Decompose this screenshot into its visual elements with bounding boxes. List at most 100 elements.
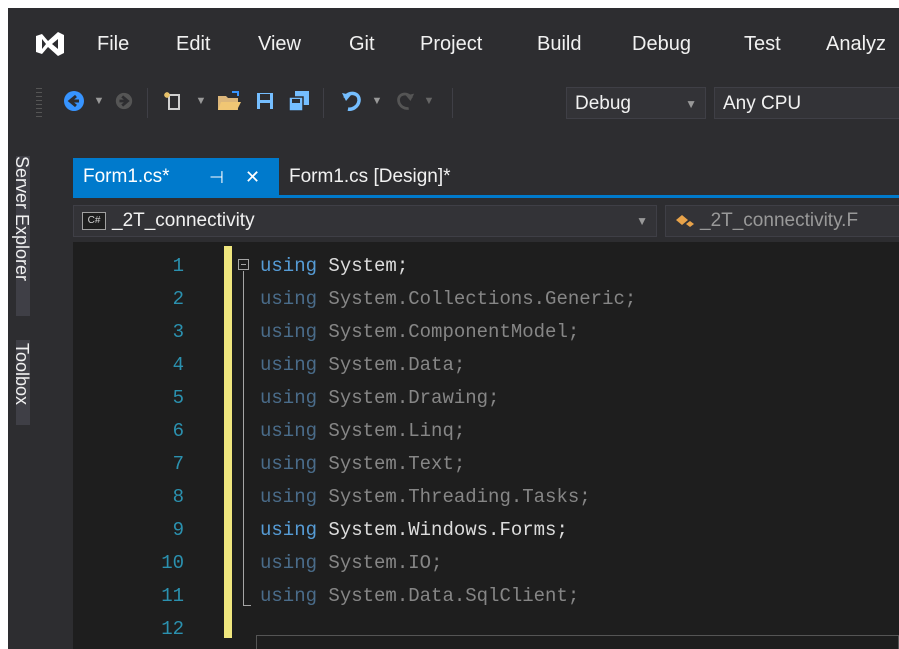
code-line[interactable]: using System.Windows.Forms;: [260, 518, 568, 542]
menu-edit[interactable]: Edit: [176, 32, 210, 56]
pin-icon[interactable]: ⊣: [209, 168, 224, 188]
menu-project[interactable]: Project: [420, 32, 482, 56]
namespace: System.Drawing;: [328, 387, 500, 409]
outline-guide: [243, 271, 244, 605]
code-line[interactable]: using System.Threading.Tasks;: [260, 485, 591, 509]
type-dropdown[interactable]: _2T_connectivity.F: [665, 205, 899, 237]
forward-arrow-icon: [115, 92, 133, 110]
tab-form1-cs[interactable]: Form1.cs* ⊣ ✕: [73, 158, 279, 196]
back-arrow-icon: [64, 91, 84, 111]
csharp-icon: C#: [82, 212, 106, 230]
code-line[interactable]: using System;: [260, 254, 408, 278]
namespace: System.Data;: [328, 354, 466, 376]
solution-configuration-select[interactable]: Debug ▼: [566, 87, 706, 119]
configuration-value: Debug: [575, 93, 631, 114]
redo-dropdown-arrow-icon[interactable]: ▼: [422, 84, 436, 118]
visual-studio-logo-icon[interactable]: [34, 30, 66, 58]
code-line[interactable]: using System.Drawing;: [260, 386, 499, 410]
save-all-button[interactable]: [284, 84, 314, 118]
undo-icon: [342, 91, 361, 111]
menu-build[interactable]: Build: [537, 32, 581, 56]
chevron-down-icon: ▼: [636, 214, 648, 228]
editor-region-box: [256, 635, 899, 649]
line-number: 2: [172, 288, 184, 310]
menu-test[interactable]: Test: [744, 32, 781, 56]
collapse-region-icon[interactable]: [238, 259, 249, 270]
menu-file[interactable]: File: [97, 32, 129, 56]
keyword: using: [260, 552, 318, 574]
code-line[interactable]: using System.ComponentModel;: [260, 320, 579, 344]
line-number-gutter: 1 2 3 4 5 6 7 8 9 10 11 12 13: [73, 242, 228, 649]
code-line[interactable]: using System.Linq;: [260, 419, 465, 443]
code-line[interactable]: using System.Text;: [260, 452, 465, 476]
keyword: using: [260, 585, 318, 607]
code-line[interactable]: using System.Data.SqlClient;: [260, 584, 579, 608]
line-number: 11: [161, 585, 184, 607]
keyword: using: [260, 486, 318, 508]
tab-form1-design[interactable]: Form1.cs [Design]*: [279, 158, 509, 196]
menu-view[interactable]: View: [258, 32, 301, 56]
namespace: System.Data.SqlClient;: [328, 585, 580, 607]
menu-bar: File Edit View Git Project Build Debug T…: [8, 8, 899, 72]
changed-lines-indicator: [224, 246, 232, 638]
navigation-bar: C# _2T_connectivity ▼ _2T_connectivity.F: [73, 202, 899, 242]
code-line[interactable]: using System.IO;: [260, 551, 442, 575]
keyword: using: [260, 255, 318, 277]
platform-value: Any CPU: [723, 93, 802, 114]
toolbox-tab[interactable]: Toolbox: [11, 343, 32, 405]
code-line[interactable]: using System.Data;: [260, 353, 465, 377]
save-button[interactable]: [250, 84, 280, 118]
save-icon: [257, 93, 273, 109]
redo-icon: [397, 92, 415, 110]
namespace: System.Collections.Generic;: [328, 288, 637, 310]
keyword: using: [260, 288, 318, 310]
toolbar-grip[interactable]: [36, 88, 42, 118]
document-tab-strip: Form1.cs* ⊣ ✕ Form1.cs [Design]*: [73, 158, 899, 198]
line-number: 3: [172, 321, 184, 343]
side-panel: Server Explorer Toolbox: [8, 148, 41, 649]
keyword: using: [260, 387, 318, 409]
line-number: 7: [172, 453, 184, 475]
class-icon: [676, 215, 694, 227]
namespace: System;: [328, 255, 409, 277]
line-number: 5: [172, 387, 184, 409]
server-explorer-tab[interactable]: Server Explorer: [11, 156, 32, 281]
namespace: System.Text;: [328, 453, 466, 475]
project-name: _2T_connectivity: [112, 210, 255, 231]
toolbar-separator: [323, 88, 324, 118]
menu-analyze[interactable]: Analyz: [826, 32, 886, 56]
new-project-icon: [164, 92, 180, 110]
namespace: System.Windows.Forms;: [328, 519, 568, 541]
new-project-button[interactable]: [158, 84, 192, 118]
back-dropdown-arrow-icon[interactable]: ▼: [92, 84, 106, 118]
code-editor[interactable]: 1 2 3 4 5 6 7 8 9 10 11 12 13 using Syst…: [73, 242, 899, 649]
solution-platform-select[interactable]: Any CPU: [714, 87, 899, 119]
visual-studio-window: File Edit View Git Project Build Debug T…: [8, 8, 899, 649]
close-icon[interactable]: ✕: [245, 167, 260, 188]
line-number: 12: [161, 618, 184, 640]
code-line[interactable]: using System.Collections.Generic;: [260, 287, 636, 311]
menu-debug[interactable]: Debug: [632, 32, 691, 56]
namespace: System.IO;: [328, 552, 443, 574]
new-dropdown-arrow-icon[interactable]: ▼: [194, 84, 208, 118]
open-folder-icon: [218, 91, 241, 110]
namespace: System.Threading.Tasks;: [328, 486, 591, 508]
line-number: 9: [172, 519, 184, 541]
chevron-down-icon: ▼: [685, 97, 697, 111]
namespace: System.Linq;: [328, 420, 466, 442]
navigate-forward-button[interactable]: [108, 84, 140, 118]
open-file-button[interactable]: [212, 84, 246, 118]
outline-guide-end: [243, 605, 251, 606]
type-name: _2T_connectivity.F: [700, 210, 859, 231]
line-number: 10: [161, 552, 184, 574]
menu-git[interactable]: Git: [349, 32, 375, 56]
undo-dropdown-arrow-icon[interactable]: ▼: [370, 84, 384, 118]
line-number: 8: [172, 486, 184, 508]
undo-button[interactable]: [336, 84, 368, 118]
line-number: 1: [172, 255, 184, 277]
project-dropdown[interactable]: C# _2T_connectivity ▼: [73, 205, 657, 237]
redo-button[interactable]: [390, 84, 420, 118]
keyword: using: [260, 354, 318, 376]
navigate-back-button[interactable]: [58, 84, 90, 118]
keyword: using: [260, 420, 318, 442]
